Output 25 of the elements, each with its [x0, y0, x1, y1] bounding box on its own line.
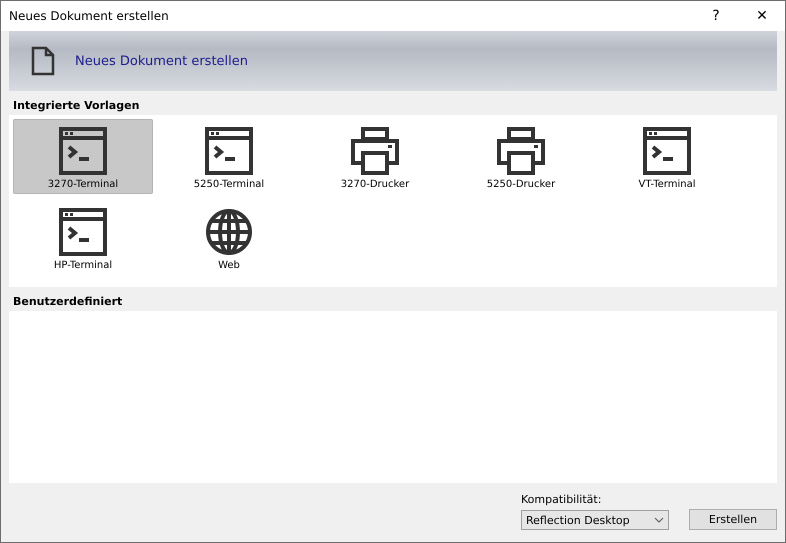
terminal-icon — [59, 208, 107, 256]
document-icon — [31, 46, 55, 76]
compatibility-select[interactable]: Reflection Desktop — [521, 510, 669, 530]
printer-icon — [497, 127, 545, 175]
printer-icon — [351, 127, 399, 175]
template-item[interactable]: 5250-Drucker — [451, 119, 591, 194]
terminal-icon — [643, 127, 691, 175]
section-title: Integrierte Vorlagen — [13, 99, 140, 112]
template-item[interactable]: 3270-Terminal — [13, 119, 153, 194]
chevron-down-icon — [654, 517, 664, 523]
terminal-icon — [205, 127, 253, 175]
help-button[interactable]: ? — [693, 1, 739, 31]
window-title: Neues Dokument erstellen — [9, 9, 170, 23]
template-item[interactable]: HP-Terminal — [13, 200, 153, 275]
template-item[interactable]: 3270-Drucker — [305, 119, 445, 194]
globe-icon — [205, 208, 253, 256]
template-item[interactable]: VT-Terminal — [597, 119, 737, 194]
template-item[interactable]: 5250-Terminal — [159, 119, 299, 194]
terminal-icon — [59, 127, 107, 175]
close-button[interactable]: ✕ — [739, 1, 785, 31]
compatibility-label: Kompatibilität: — [521, 493, 602, 506]
create-button[interactable]: Erstellen — [689, 509, 777, 530]
section-title: Benutzerdefiniert — [13, 295, 124, 308]
template-item[interactable]: Web — [159, 200, 299, 275]
header-title: Neues Dokument erstellen — [75, 54, 248, 68]
